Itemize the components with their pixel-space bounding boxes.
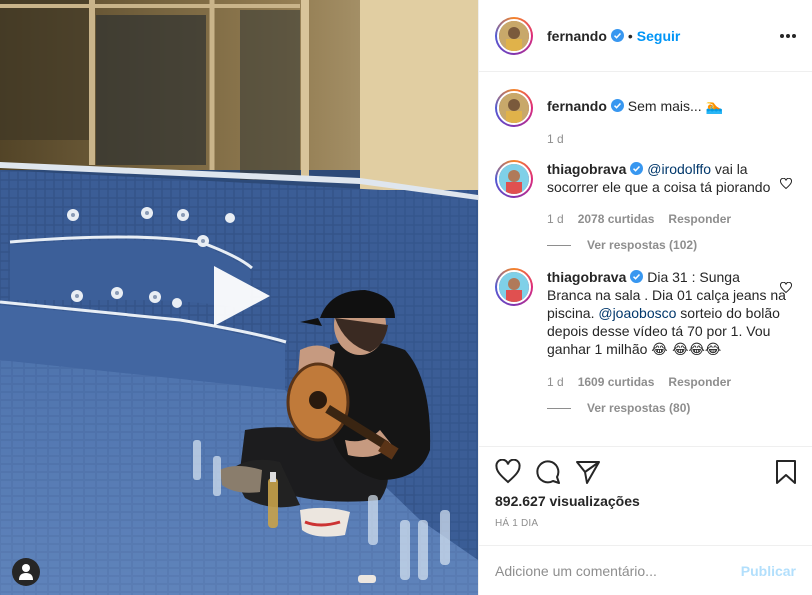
replies-divider [547, 244, 571, 246]
add-comment-bar: Publicar [479, 545, 812, 595]
view-count[interactable]: 892.627 visualizações [495, 493, 796, 509]
publish-button[interactable]: Publicar [741, 563, 796, 579]
post-time[interactable]: HÁ 1 DIA [495, 518, 796, 529]
view-replies-label: Ver respostas (80) [587, 401, 691, 415]
avatar[interactable] [495, 160, 533, 198]
comment-input[interactable] [495, 562, 735, 579]
comment-emoji: 😂 😂😂😂 [651, 342, 722, 358]
follow-button[interactable]: Seguir [637, 28, 681, 44]
avatar[interactable] [495, 16, 533, 55]
reply-button[interactable]: Responder [668, 210, 731, 228]
comment-likes[interactable]: 2078 curtidas [578, 210, 655, 228]
comment-item: thiagobrava Dia 31 : Sunga Branca na sal… [495, 252, 796, 391]
caption-username[interactable]: fernando [547, 98, 607, 114]
view-replies-label: Ver respostas (102) [587, 238, 698, 252]
more-options-icon[interactable] [778, 27, 798, 45]
verified-badge-icon [610, 99, 624, 112]
comment-mention[interactable]: @joaobosco [598, 305, 676, 321]
play-icon[interactable] [208, 262, 274, 330]
comments-list[interactable]: fernando Sem mais... 🏊 1 d thiagobrava @… [479, 73, 812, 445]
comment-icon[interactable] [535, 459, 561, 485]
verified-badge-icon [610, 29, 624, 42]
heart-icon[interactable] [780, 178, 792, 190]
action-icons [495, 447, 796, 497]
heart-icon[interactable] [780, 282, 792, 294]
instagram-post: fernando • Seguir fernando Sem mais... 🏊… [0, 0, 812, 595]
separator-dot: • [627, 27, 633, 44]
avatar[interactable] [495, 89, 533, 127]
verified-badge-icon [630, 162, 644, 175]
caption: fernando Sem mais... 🏊 1 d [495, 73, 796, 148]
heart-icon[interactable] [495, 459, 521, 485]
header-username[interactable]: fernando [547, 28, 607, 44]
comment-likes[interactable]: 1609 curtidas [578, 373, 655, 391]
caption-text: Sem mais... [627, 98, 702, 114]
comment-username[interactable]: thiagobrava [547, 161, 626, 177]
user-tag-icon[interactable] [12, 558, 40, 586]
comment-mention[interactable]: @irodolffo [647, 161, 711, 177]
comment-time[interactable]: 1 d [547, 373, 564, 391]
comment-username[interactable]: thiagobrava [547, 269, 626, 285]
reply-button[interactable]: Responder [668, 373, 731, 391]
view-replies-button[interactable]: Ver respostas (102) [547, 238, 796, 252]
post-header: fernando • Seguir [479, 0, 812, 72]
comment-time[interactable]: 1 d [547, 210, 564, 228]
post-side-panel: fernando • Seguir fernando Sem mais... 🏊… [478, 0, 812, 595]
video-player[interactable] [0, 0, 478, 595]
comment-item: thiagobrava @irodolffo vai la socorrer e… [495, 148, 796, 228]
caption-emoji: 🏊 [705, 99, 724, 115]
avatar[interactable] [495, 268, 533, 306]
share-icon[interactable] [575, 459, 601, 485]
bookmark-icon[interactable] [774, 459, 798, 485]
view-replies-button[interactable]: Ver respostas (80) [547, 401, 796, 415]
replies-divider [547, 407, 571, 409]
post-actions: 892.627 visualizações HÁ 1 DIA [479, 446, 812, 529]
verified-badge-icon [630, 270, 644, 283]
caption-time[interactable]: 1 d [547, 130, 564, 148]
